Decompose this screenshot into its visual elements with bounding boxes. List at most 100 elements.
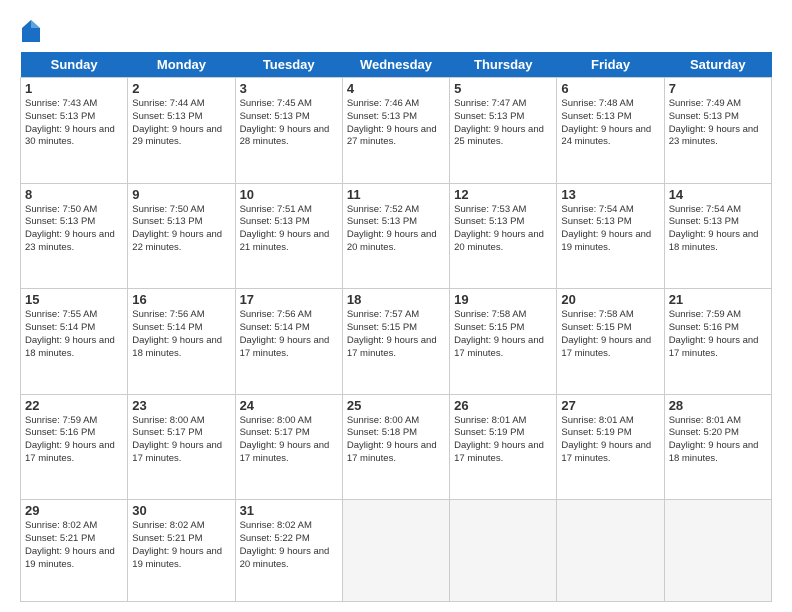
cell-details: Sunrise: 7:52 AMSunset: 5:13 PMDaylight:…: [347, 204, 437, 253]
day-number: 27: [561, 398, 659, 413]
calendar-cell: 9 Sunrise: 7:50 AMSunset: 5:13 PMDayligh…: [128, 183, 235, 289]
calendar-cell: 3 Sunrise: 7:45 AMSunset: 5:13 PMDayligh…: [235, 78, 342, 184]
day-header-tuesday: Tuesday: [235, 52, 342, 78]
calendar-cell: [342, 500, 449, 602]
day-number: 8: [25, 187, 123, 202]
calendar-cell: 10 Sunrise: 7:51 AMSunset: 5:13 PMDaylig…: [235, 183, 342, 289]
calendar-cell: 5 Sunrise: 7:47 AMSunset: 5:13 PMDayligh…: [450, 78, 557, 184]
calendar-cell: 14 Sunrise: 7:54 AMSunset: 5:13 PMDaylig…: [664, 183, 771, 289]
cell-details: Sunrise: 7:45 AMSunset: 5:13 PMDaylight:…: [240, 98, 330, 147]
day-number: 19: [454, 292, 552, 307]
cell-details: Sunrise: 7:58 AMSunset: 5:15 PMDaylight:…: [454, 309, 544, 358]
day-number: 11: [347, 187, 445, 202]
cell-details: Sunrise: 7:46 AMSunset: 5:13 PMDaylight:…: [347, 98, 437, 147]
cell-details: Sunrise: 8:00 AMSunset: 5:18 PMDaylight:…: [347, 415, 437, 464]
calendar-cell: 13 Sunrise: 7:54 AMSunset: 5:13 PMDaylig…: [557, 183, 664, 289]
day-number: 17: [240, 292, 338, 307]
day-header-thursday: Thursday: [450, 52, 557, 78]
week-row-4: 22 Sunrise: 7:59 AMSunset: 5:16 PMDaylig…: [21, 394, 772, 500]
cell-details: Sunrise: 8:02 AMSunset: 5:22 PMDaylight:…: [240, 520, 330, 569]
day-number: 20: [561, 292, 659, 307]
page: SundayMondayTuesdayWednesdayThursdayFrid…: [0, 0, 792, 612]
cell-details: Sunrise: 7:59 AMSunset: 5:16 PMDaylight:…: [669, 309, 759, 358]
cell-details: Sunrise: 7:44 AMSunset: 5:13 PMDaylight:…: [132, 98, 222, 147]
cell-details: Sunrise: 7:56 AMSunset: 5:14 PMDaylight:…: [132, 309, 222, 358]
cell-details: Sunrise: 7:56 AMSunset: 5:14 PMDaylight:…: [240, 309, 330, 358]
cell-details: Sunrise: 8:00 AMSunset: 5:17 PMDaylight:…: [240, 415, 330, 464]
calendar-cell: 25 Sunrise: 8:00 AMSunset: 5:18 PMDaylig…: [342, 394, 449, 500]
calendar-cell: 17 Sunrise: 7:56 AMSunset: 5:14 PMDaylig…: [235, 289, 342, 395]
cell-details: Sunrise: 8:02 AMSunset: 5:21 PMDaylight:…: [132, 520, 222, 569]
calendar-cell: 24 Sunrise: 8:00 AMSunset: 5:17 PMDaylig…: [235, 394, 342, 500]
day-number: 24: [240, 398, 338, 413]
day-number: 5: [454, 81, 552, 96]
calendar-cell: 2 Sunrise: 7:44 AMSunset: 5:13 PMDayligh…: [128, 78, 235, 184]
cell-details: Sunrise: 7:54 AMSunset: 5:13 PMDaylight:…: [561, 204, 651, 253]
calendar-cell: 11 Sunrise: 7:52 AMSunset: 5:13 PMDaylig…: [342, 183, 449, 289]
day-number: 9: [132, 187, 230, 202]
cell-details: Sunrise: 8:01 AMSunset: 5:20 PMDaylight:…: [669, 415, 759, 464]
day-number: 4: [347, 81, 445, 96]
day-number: 16: [132, 292, 230, 307]
day-number: 29: [25, 503, 123, 518]
calendar-cell: 20 Sunrise: 7:58 AMSunset: 5:15 PMDaylig…: [557, 289, 664, 395]
day-number: 21: [669, 292, 767, 307]
day-number: 28: [669, 398, 767, 413]
day-number: 14: [669, 187, 767, 202]
calendar-cell: [450, 500, 557, 602]
day-number: 23: [132, 398, 230, 413]
cell-details: Sunrise: 7:50 AMSunset: 5:13 PMDaylight:…: [132, 204, 222, 253]
day-number: 1: [25, 81, 123, 96]
day-number: 18: [347, 292, 445, 307]
header: [20, 20, 772, 42]
cell-details: Sunrise: 7:43 AMSunset: 5:13 PMDaylight:…: [25, 98, 115, 147]
calendar-cell: 1 Sunrise: 7:43 AMSunset: 5:13 PMDayligh…: [21, 78, 128, 184]
day-header-sunday: Sunday: [21, 52, 128, 78]
calendar-cell: [557, 500, 664, 602]
calendar-cell: 27 Sunrise: 8:01 AMSunset: 5:19 PMDaylig…: [557, 394, 664, 500]
day-number: 13: [561, 187, 659, 202]
cell-details: Sunrise: 7:47 AMSunset: 5:13 PMDaylight:…: [454, 98, 544, 147]
cell-details: Sunrise: 7:49 AMSunset: 5:13 PMDaylight:…: [669, 98, 759, 147]
cell-details: Sunrise: 7:59 AMSunset: 5:16 PMDaylight:…: [25, 415, 115, 464]
calendar-cell: 28 Sunrise: 8:01 AMSunset: 5:20 PMDaylig…: [664, 394, 771, 500]
calendar-cell: 22 Sunrise: 7:59 AMSunset: 5:16 PMDaylig…: [21, 394, 128, 500]
calendar-cell: 26 Sunrise: 8:01 AMSunset: 5:19 PMDaylig…: [450, 394, 557, 500]
logo-text: [20, 20, 40, 42]
cell-details: Sunrise: 7:53 AMSunset: 5:13 PMDaylight:…: [454, 204, 544, 253]
calendar-cell: 31 Sunrise: 8:02 AMSunset: 5:22 PMDaylig…: [235, 500, 342, 602]
calendar-cell: 15 Sunrise: 7:55 AMSunset: 5:14 PMDaylig…: [21, 289, 128, 395]
day-number: 6: [561, 81, 659, 96]
week-row-5: 29 Sunrise: 8:02 AMSunset: 5:21 PMDaylig…: [21, 500, 772, 602]
day-number: 3: [240, 81, 338, 96]
day-number: 25: [347, 398, 445, 413]
cell-details: Sunrise: 8:02 AMSunset: 5:21 PMDaylight:…: [25, 520, 115, 569]
day-number: 31: [240, 503, 338, 518]
week-row-3: 15 Sunrise: 7:55 AMSunset: 5:14 PMDaylig…: [21, 289, 772, 395]
cell-details: Sunrise: 8:00 AMSunset: 5:17 PMDaylight:…: [132, 415, 222, 464]
cell-details: Sunrise: 7:51 AMSunset: 5:13 PMDaylight:…: [240, 204, 330, 253]
calendar: SundayMondayTuesdayWednesdayThursdayFrid…: [20, 52, 772, 602]
day-number: 2: [132, 81, 230, 96]
calendar-table: SundayMondayTuesdayWednesdayThursdayFrid…: [20, 52, 772, 602]
cell-details: Sunrise: 8:01 AMSunset: 5:19 PMDaylight:…: [454, 415, 544, 464]
day-number: 12: [454, 187, 552, 202]
day-number: 30: [132, 503, 230, 518]
day-header-wednesday: Wednesday: [342, 52, 449, 78]
day-number: 7: [669, 81, 767, 96]
calendar-cell: 7 Sunrise: 7:49 AMSunset: 5:13 PMDayligh…: [664, 78, 771, 184]
header-row: SundayMondayTuesdayWednesdayThursdayFrid…: [21, 52, 772, 78]
cell-details: Sunrise: 7:58 AMSunset: 5:15 PMDaylight:…: [561, 309, 651, 358]
day-header-monday: Monday: [128, 52, 235, 78]
calendar-cell: 16 Sunrise: 7:56 AMSunset: 5:14 PMDaylig…: [128, 289, 235, 395]
calendar-cell: 12 Sunrise: 7:53 AMSunset: 5:13 PMDaylig…: [450, 183, 557, 289]
calendar-cell: 4 Sunrise: 7:46 AMSunset: 5:13 PMDayligh…: [342, 78, 449, 184]
cell-details: Sunrise: 8:01 AMSunset: 5:19 PMDaylight:…: [561, 415, 651, 464]
calendar-cell: 18 Sunrise: 7:57 AMSunset: 5:15 PMDaylig…: [342, 289, 449, 395]
calendar-cell: 19 Sunrise: 7:58 AMSunset: 5:15 PMDaylig…: [450, 289, 557, 395]
day-header-friday: Friday: [557, 52, 664, 78]
calendar-cell: 29 Sunrise: 8:02 AMSunset: 5:21 PMDaylig…: [21, 500, 128, 602]
calendar-cell: 6 Sunrise: 7:48 AMSunset: 5:13 PMDayligh…: [557, 78, 664, 184]
week-row-2: 8 Sunrise: 7:50 AMSunset: 5:13 PMDayligh…: [21, 183, 772, 289]
cell-details: Sunrise: 7:48 AMSunset: 5:13 PMDaylight:…: [561, 98, 651, 147]
